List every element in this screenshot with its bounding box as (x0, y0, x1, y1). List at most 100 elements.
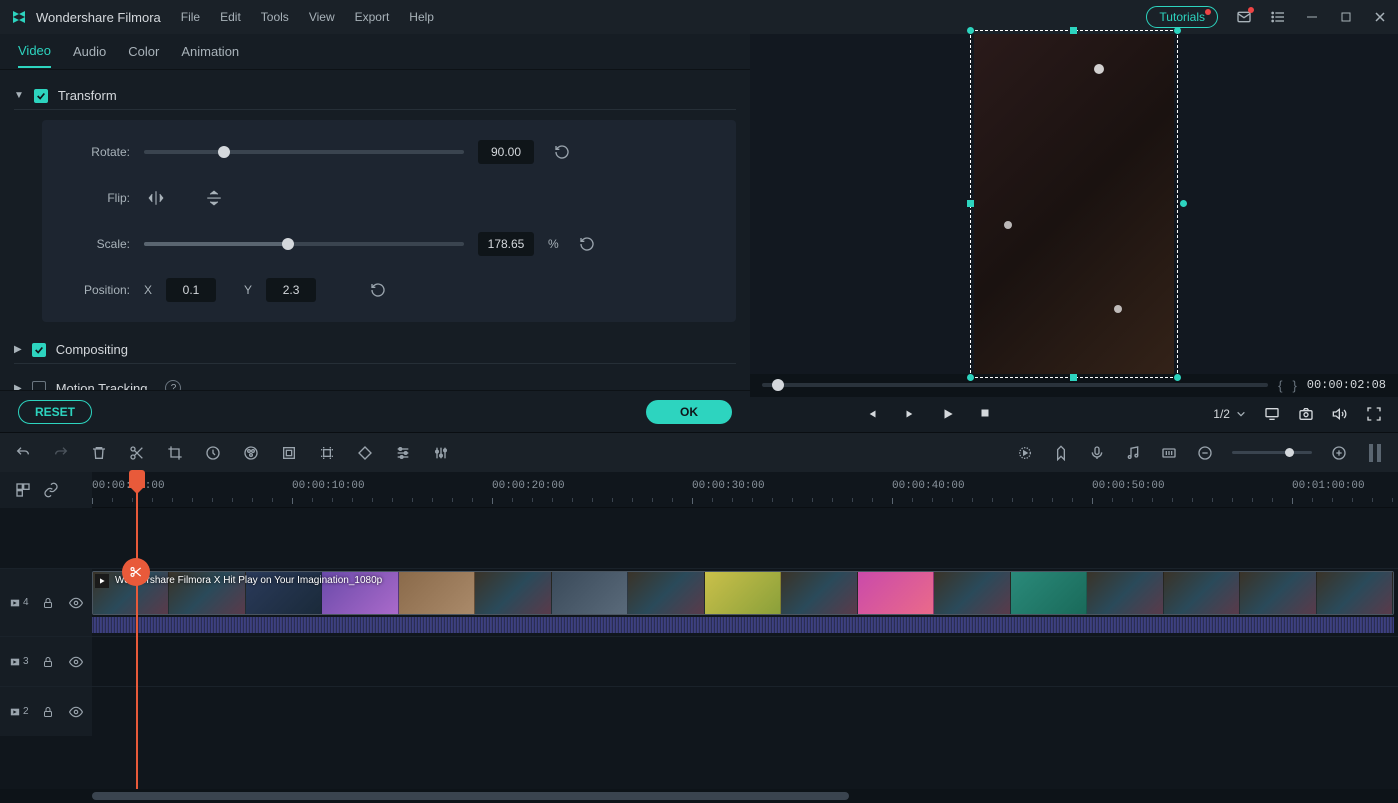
preview-scale-select[interactable]: 1/2 (1213, 407, 1246, 421)
playhead[interactable] (136, 472, 138, 789)
mixer-icon[interactable] (1160, 444, 1178, 462)
zoom-slider[interactable] (1232, 451, 1312, 454)
pos-y-input[interactable]: 2.3 (266, 278, 316, 302)
play-icon[interactable] (941, 407, 955, 421)
tutorials-button[interactable]: Tutorials (1146, 6, 1218, 28)
preview-viewport[interactable] (750, 34, 1398, 374)
flip-vertical-icon[interactable] (202, 186, 226, 210)
rotate-slider[interactable] (144, 150, 464, 154)
zoom-out-icon[interactable] (1196, 444, 1214, 462)
timeline-scrollbar[interactable] (0, 789, 1398, 803)
undo-icon[interactable] (14, 444, 32, 462)
track-label: 4 (10, 597, 29, 608)
eye-icon[interactable] (67, 653, 85, 671)
scale-value-input[interactable]: 178.65 (478, 232, 534, 256)
track-lane[interactable] (92, 637, 1398, 686)
track-row: 3 (0, 636, 1398, 686)
section-motion-tracking-header[interactable]: ▶ Motion Tracking ? (14, 374, 736, 390)
scale-unit: % (548, 237, 559, 251)
mark-in-icon[interactable]: { (1278, 378, 1282, 393)
prev-frame-icon[interactable] (865, 407, 879, 421)
messages-icon[interactable] (1236, 9, 1252, 25)
split-icon[interactable] (128, 444, 146, 462)
redo-icon[interactable] (52, 444, 70, 462)
snapshot-icon[interactable] (1298, 406, 1314, 422)
ok-button[interactable]: OK (646, 400, 732, 424)
scale-reset-icon[interactable] (579, 236, 595, 252)
speed-icon[interactable] (204, 444, 222, 462)
menu-export[interactable]: Export (355, 10, 390, 24)
tab-video[interactable]: Video (18, 35, 51, 68)
section-compositing-header[interactable]: ▶ Compositing (14, 336, 736, 364)
marker-icon[interactable] (1052, 444, 1070, 462)
tab-animation[interactable]: Animation (181, 36, 239, 67)
zoom-fit-icon[interactable] (1366, 444, 1384, 462)
menu-file[interactable]: File (181, 10, 200, 24)
next-frame-icon[interactable] (903, 407, 917, 421)
track-header: 3 (0, 637, 92, 686)
flip-horizontal-icon[interactable] (144, 186, 168, 210)
adjust-icon[interactable] (394, 444, 412, 462)
rotate-value-input[interactable]: 90.00 (478, 140, 534, 164)
track-lane[interactable] (92, 687, 1398, 736)
close-button[interactable] (1372, 9, 1388, 25)
maximize-button[interactable] (1338, 9, 1354, 25)
menu-edit[interactable]: Edit (220, 10, 241, 24)
link-icon[interactable] (42, 481, 60, 499)
help-icon[interactable]: ? (165, 380, 181, 390)
section-transform-header[interactable]: ▼ Transform (14, 82, 736, 110)
tab-color[interactable]: Color (128, 36, 159, 67)
expand-icon: ▶ (14, 383, 22, 391)
preview-progress-slider[interactable] (762, 383, 1268, 387)
menu-view[interactable]: View (309, 10, 335, 24)
track-lane[interactable]: Wondershare Filmora X Hit Play on Your I… (92, 569, 1398, 636)
mark-out-icon[interactable]: } (1292, 378, 1296, 393)
lock-icon[interactable] (39, 703, 57, 721)
notification-dot (1205, 9, 1211, 15)
color-icon[interactable] (242, 444, 260, 462)
property-tabs: Video Audio Color Animation (0, 34, 750, 70)
record-voiceover-icon[interactable] (1088, 444, 1106, 462)
transform-checkbox[interactable] (34, 89, 48, 103)
list-icon[interactable] (1270, 9, 1286, 25)
lock-icon[interactable] (39, 594, 57, 612)
motion-tracking-checkbox[interactable] (32, 381, 46, 390)
keyframe-icon[interactable] (356, 444, 374, 462)
motion-track-icon[interactable] (318, 444, 336, 462)
position-reset-icon[interactable] (370, 282, 386, 298)
preview-clip[interactable] (974, 34, 1174, 374)
rotate-reset-icon[interactable] (554, 144, 570, 160)
reset-button[interactable]: RESET (18, 400, 92, 424)
eye-icon[interactable] (67, 594, 85, 612)
menu-tools[interactable]: Tools (261, 10, 289, 24)
audio-sync-icon[interactable] (1124, 444, 1142, 462)
green-screen-icon[interactable] (280, 444, 298, 462)
delete-icon[interactable] (90, 444, 108, 462)
track-header: 4 (0, 569, 92, 636)
audio-waveform[interactable] (92, 617, 1394, 633)
crop-icon[interactable] (166, 444, 184, 462)
ruler-tick: 00:00:20:00 (492, 480, 565, 492)
position-label: Position: (70, 283, 130, 297)
compositing-checkbox[interactable] (32, 343, 46, 357)
video-clip[interactable]: Wondershare Filmora X Hit Play on Your I… (92, 571, 1394, 615)
volume-icon[interactable] (1332, 406, 1348, 422)
track-manage-icon[interactable] (14, 481, 32, 499)
zoom-in-icon[interactable] (1330, 444, 1348, 462)
scale-slider[interactable] (144, 242, 464, 246)
properties-panel: Video Audio Color Animation ▼ Transform … (0, 34, 750, 432)
stop-icon[interactable] (979, 407, 991, 421)
display-icon[interactable] (1264, 406, 1280, 422)
split-marker-icon[interactable] (122, 558, 150, 586)
pos-x-input[interactable]: 0.1 (166, 278, 216, 302)
tab-audio[interactable]: Audio (73, 36, 106, 67)
minimize-button[interactable] (1304, 9, 1320, 25)
audio-mix-icon[interactable] (432, 444, 450, 462)
fullscreen-icon[interactable] (1366, 406, 1382, 422)
eye-icon[interactable] (67, 703, 85, 721)
menu-help[interactable]: Help (409, 10, 434, 24)
lock-icon[interactable] (39, 653, 57, 671)
render-icon[interactable] (1016, 444, 1034, 462)
ruler-tick: 00:01:00:00 (1292, 480, 1365, 492)
time-ruler[interactable]: 00:00:00:0000:00:10:0000:00:20:0000:00:3… (92, 472, 1398, 508)
